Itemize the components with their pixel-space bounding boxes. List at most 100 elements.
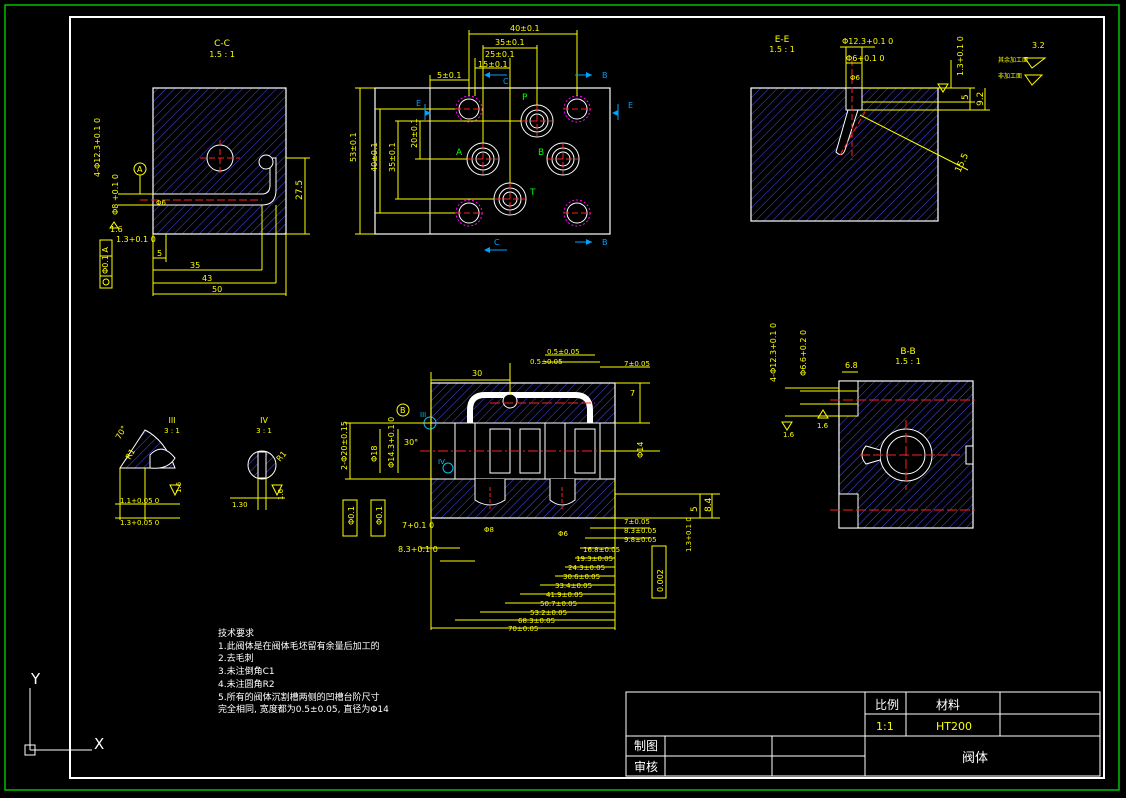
scale-value: 1:1 — [876, 720, 894, 733]
view-scale: 1.5 : 1 — [209, 50, 235, 59]
datum-label: B — [400, 406, 406, 415]
ucs-y-label: Y — [30, 670, 41, 688]
dim-text: 50 — [212, 285, 222, 294]
view-title: IV — [260, 416, 268, 425]
dim-text: 2-Φ20±0.15 — [340, 421, 349, 470]
dim-text: Φ6 — [850, 74, 861, 82]
dim-text: 1.3+0.05 0 — [120, 519, 159, 527]
dim-text: 70° — [114, 424, 129, 441]
port-label-p: P — [522, 93, 528, 103]
view-title: III — [168, 416, 175, 425]
dim-text: 8.4 — [704, 497, 714, 512]
dim-text: Φ6 — [558, 530, 569, 538]
cad-drawing-canvas[interactable]: C-C 1.5 : 1 4-Φ12.3+0.1 0 Φ8 +0.1 0 1.3+… — [0, 0, 1126, 798]
drawn-label: 制图 — [634, 739, 658, 753]
tech-req-item: 1.此阀体是在阀体毛坯留有余量后加工的 — [218, 641, 380, 652]
view-cc-left[interactable]: C-C 1.5 : 1 — [99, 39, 310, 296]
dim-text: 5 — [690, 506, 700, 512]
dim-text: Φ18 — [370, 446, 379, 462]
tech-req-item: 完全相同, 宽度都为0.5±0.05, 直径为Φ14 — [218, 705, 389, 716]
tech-req-item: 4.未注圆角R2 — [218, 679, 275, 690]
dim-text: 1.6 — [817, 422, 829, 430]
dim-text: 4-Φ12.3+0.1 0 — [769, 323, 778, 382]
dim-text: 1.3+0.1 0 — [116, 235, 156, 244]
dim-text: 0.002 — [656, 569, 665, 592]
dim-text: 1.6 — [175, 481, 183, 493]
roughness-note: 非加工面 — [998, 72, 1022, 80]
view-scale: 1.5 : 1 — [769, 45, 795, 54]
port-label-t: T — [529, 188, 536, 198]
dim-text: Φ6 — [156, 199, 167, 207]
svg-text:B: B — [602, 71, 608, 80]
dim-text: 30 — [472, 369, 482, 378]
dim-text: 35 — [190, 261, 200, 270]
datum-label: A — [137, 165, 143, 174]
dim-text: 9.2 — [976, 92, 986, 106]
dim-text: 40±0.1 — [370, 142, 379, 172]
dim-text: 35±0.1 — [388, 142, 397, 172]
dim-text: 0.5±0.05 — [530, 358, 563, 366]
dim-text: Φ14.3+0.1 0 — [387, 417, 396, 468]
dim-text: 53±0.1 — [349, 132, 358, 162]
technical-requirements: 技术要求 1.此阀体是在阀体毛坯留有余量后加工的 2.去毛刺 3.未注倒角C1 4.未注… — [218, 628, 389, 717]
view-title: C-C — [214, 39, 230, 49]
scale-label: 比例 — [875, 698, 899, 712]
svg-text:B: B — [602, 238, 608, 247]
dim-text: 7±0.05 — [624, 518, 650, 526]
dim-text: 68.3±0.05 — [518, 617, 555, 625]
dim-text: Φ0.1 — [347, 506, 356, 525]
dim-text: Φ6+0.1 0 — [846, 54, 884, 63]
dim-text: 5±0.1 — [437, 71, 462, 80]
dim-text: Φ14 — [636, 442, 645, 458]
dim-text: 0.5±0.05 — [547, 348, 580, 356]
svg-text:E: E — [628, 101, 633, 110]
dim-text: 70±0.05 — [508, 625, 538, 633]
dim-text: 33.4±0.05 — [555, 582, 592, 590]
dim-text: 7+0.1 0 — [402, 521, 434, 530]
dim-text: 40±0.1 — [510, 24, 540, 33]
dim-text: 35±0.1 — [495, 38, 525, 47]
roughness-note: 其余加工面 — [998, 56, 1028, 64]
dim-text: Φ8 — [484, 526, 494, 534]
dim-text: 50.7±0.05 — [540, 600, 577, 608]
dim-text: 25±0.1 — [485, 50, 515, 59]
title-block — [625, 691, 1101, 777]
dim-text: 6.8 — [845, 361, 858, 370]
tech-req-item: 3.未注倒角C1 — [218, 667, 275, 678]
port-label-b: B — [538, 148, 544, 158]
section-marker-b-bottom: B — [575, 238, 608, 247]
view-scale: 3 : 1 — [256, 427, 272, 435]
view-bb[interactable]: B-B 1.5 : 1 — [781, 347, 975, 529]
dim-text: 1.3+0.1 0 — [685, 517, 693, 552]
dim-text: 1.6 — [110, 225, 123, 234]
dim-text: 8.3±0.05 — [624, 527, 657, 535]
dim-text: 1.3+0.1 0 — [956, 36, 965, 76]
dim-text: 41.9±0.05 — [546, 591, 583, 599]
dim-text: 15±0.1 — [478, 60, 508, 69]
dim-text: 1.1+0.05 0 — [120, 497, 159, 505]
dim-text: 8.3+0.1 0 — [398, 545, 438, 554]
section-marker-c-bottom: C — [484, 238, 507, 253]
tech-req-item: 5.所有的阀体沉割槽两侧的凹槽台阶尺寸 — [218, 692, 380, 703]
dim-text: 5 — [157, 249, 162, 258]
section-marker-c-top: C — [484, 72, 509, 86]
dim-text: 5 — [961, 94, 971, 100]
dim-text: 1.6 — [277, 488, 285, 500]
section-marker-e-right: E — [612, 101, 633, 120]
tech-req-item: 2.去毛刺 — [218, 654, 254, 665]
dim-text: 16.8±0.05 — [583, 546, 620, 554]
dim-text: 7±0.05 — [624, 360, 650, 368]
tech-req-heading: 技术要求 — [218, 629, 255, 639]
detail-label: III — [420, 411, 426, 419]
section-marker-b-top: B — [575, 71, 608, 80]
dim-text: 24.3±0.05 — [568, 564, 605, 572]
dim-text: 19.3±0.05 — [576, 555, 613, 563]
ucs-icon — [24, 688, 92, 756]
port-label-a: A — [456, 148, 463, 158]
material-value: HT200 — [936, 720, 972, 733]
view-title: B-B — [900, 347, 915, 357]
checked-label: 审核 — [634, 759, 658, 774]
dim-text: 30° — [404, 438, 418, 447]
svg-text:E: E — [416, 99, 421, 108]
view-title: E-E — [775, 35, 790, 45]
